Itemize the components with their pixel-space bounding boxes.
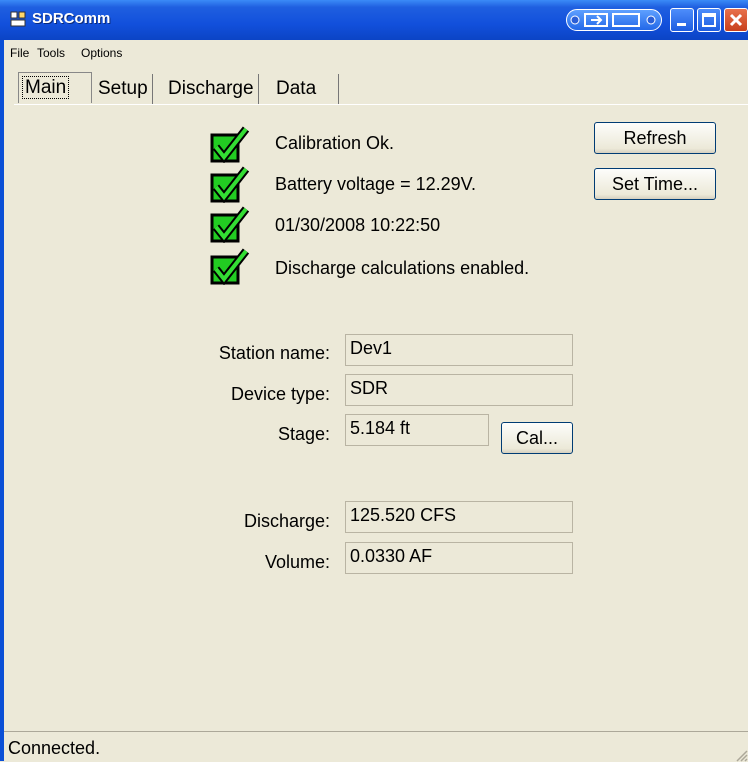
minimize-button[interactable] [670,8,694,32]
station-name-label: Station name: [218,343,330,363]
calibration-status: Calibration Ok. [275,133,395,153]
station-name-field: Dev1 [345,334,573,366]
device-type-label: Device type: [230,384,330,404]
discharge-field: 125.520 CFS [345,501,573,533]
volume-field: 0.0330 AF [345,542,573,574]
cal-button[interactable]: Cal... [501,422,573,454]
checkmark-icon [210,166,250,203]
minimize-icon [677,23,686,26]
discharge-label: Discharge: [243,511,330,531]
title-bar[interactable]: SDRComm [0,0,748,40]
datetime-status: 01/30/2008 10:22:50 [275,215,441,235]
pill-arrows-icon [570,13,656,27]
tab-setup[interactable]: Setup [94,74,153,104]
app-window: SDRComm File Tools Options Main Setup Di… [0,0,748,762]
device-type-field: SDR [345,374,573,406]
volume-label: Volume: [264,552,330,572]
menu-tools[interactable]: Tools [37,46,65,60]
maximize-button[interactable] [697,8,721,32]
tab-main[interactable]: Main [18,72,92,103]
stage-field: 5.184 ft [345,414,489,446]
window-title: SDRComm [32,10,111,27]
tab-data[interactable]: Data [272,74,339,104]
connection-status: Connected. [8,738,101,758]
close-button[interactable] [724,8,748,32]
app-icon [10,11,26,27]
checkmark-icon [210,248,250,285]
stage-label: Stage: [277,424,330,444]
tab-discharge[interactable]: Discharge [164,74,259,104]
close-icon [729,13,743,27]
battery-status: Battery voltage = 12.29V. [275,174,476,194]
discharge-status: Discharge calculations enabled. [275,258,530,278]
menu-options[interactable]: Options [81,46,122,60]
refresh-button[interactable]: Refresh [594,122,716,154]
status-bar: Connected. [4,731,748,762]
maximize-icon [702,13,716,27]
set-time-button[interactable]: Set Time... [594,168,716,200]
checkmark-icon [210,206,250,243]
resize-grip-icon[interactable] [734,748,748,762]
checkmark-icon [210,126,250,163]
menu-file[interactable]: File [10,46,29,60]
toolbar-pill-button[interactable] [566,9,662,31]
